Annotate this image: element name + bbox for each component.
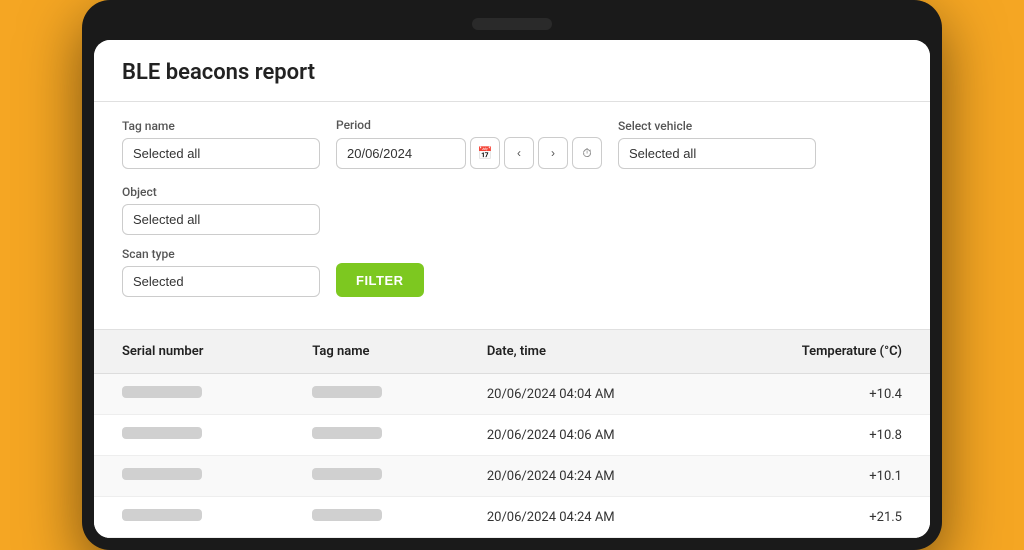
col-temperature: Temperature (°C): [713, 330, 930, 374]
tablet-notch: [472, 18, 552, 30]
filter-row-1: Tag name Period 📅 ‹: [122, 118, 902, 235]
cell-serial: [94, 374, 284, 415]
next-icon: ›: [551, 146, 555, 160]
tablet-frame: BLE beacons report Tag name Period 📅: [82, 0, 942, 550]
cell-temperature: +10.1: [713, 456, 930, 497]
calendar-button[interactable]: 📅: [470, 137, 500, 169]
object-label: Object: [122, 185, 320, 199]
table-row: 20/06/2024 04:06 AM +10.8: [94, 415, 930, 456]
page-title: BLE beacons report: [122, 60, 902, 85]
tag-name-label: Tag name: [122, 119, 320, 133]
col-serial-number: Serial number: [94, 330, 284, 374]
app-header: BLE beacons report: [94, 40, 930, 102]
cell-datetime: 20/06/2024 04:06 AM: [459, 415, 714, 456]
tag-placeholder: [312, 427, 382, 439]
serial-placeholder: [122, 427, 202, 439]
cell-datetime: 20/06/2024 04:04 AM: [459, 374, 714, 415]
filter-button[interactable]: FILTER: [336, 263, 424, 297]
next-button[interactable]: ›: [538, 137, 568, 169]
tag-placeholder: [312, 468, 382, 480]
cell-tag: [284, 374, 459, 415]
col-tag-name: Tag name: [284, 330, 459, 374]
tag-name-input[interactable]: [122, 138, 320, 169]
period-input[interactable]: [336, 138, 466, 169]
scan-type-group: Scan type: [122, 247, 320, 297]
select-vehicle-label: Select vehicle: [618, 119, 816, 133]
table-row: 20/06/2024 04:24 AM +21.5: [94, 497, 930, 538]
tablet-screen: BLE beacons report Tag name Period 📅: [94, 40, 930, 538]
prev-icon: ‹: [517, 146, 521, 160]
prev-button[interactable]: ‹: [504, 137, 534, 169]
cell-temperature: +10.8: [713, 415, 930, 456]
table-body: 20/06/2024 04:04 AM +10.4 20/06/2024 04:…: [94, 374, 930, 538]
cell-serial: [94, 456, 284, 497]
object-input[interactable]: [122, 204, 320, 235]
table-header: Serial number Tag name Date, time Temper…: [94, 330, 930, 374]
cell-temperature: +21.5: [713, 497, 930, 538]
serial-placeholder: [122, 468, 202, 480]
tag-name-group: Tag name: [122, 119, 320, 169]
filter-section: Tag name Period 📅 ‹: [94, 102, 930, 330]
cell-datetime: 20/06/2024 04:24 AM: [459, 456, 714, 497]
serial-placeholder: [122, 386, 202, 398]
table-row: 20/06/2024 04:24 AM +10.1: [94, 456, 930, 497]
serial-placeholder: [122, 509, 202, 521]
clock-button[interactable]: ⏱: [572, 137, 602, 169]
cell-tag: [284, 497, 459, 538]
clock-icon: ⏱: [582, 146, 591, 161]
cell-datetime: 20/06/2024 04:24 AM: [459, 497, 714, 538]
select-vehicle-input[interactable]: [618, 138, 816, 169]
col-date-time: Date, time: [459, 330, 714, 374]
calendar-icon: 📅: [478, 146, 493, 160]
table-header-row: Serial number Tag name Date, time Temper…: [94, 330, 930, 374]
scan-type-label: Scan type: [122, 247, 320, 261]
cell-serial: [94, 415, 284, 456]
cell-tag: [284, 415, 459, 456]
table-row: 20/06/2024 04:04 AM +10.4: [94, 374, 930, 415]
cell-serial: [94, 497, 284, 538]
cell-temperature: +10.4: [713, 374, 930, 415]
tag-placeholder: [312, 386, 382, 398]
data-table: Serial number Tag name Date, time Temper…: [94, 330, 930, 538]
period-label: Period: [336, 118, 602, 132]
period-controls: 📅 ‹ › ⏱: [336, 137, 602, 169]
scan-type-input[interactable]: [122, 266, 320, 297]
period-group: Period 📅 ‹ › ⏱: [336, 118, 602, 169]
cell-tag: [284, 456, 459, 497]
object-group: Object: [122, 185, 320, 235]
table-section: Serial number Tag name Date, time Temper…: [94, 330, 930, 538]
filter-row-2: Scan type FILTER: [122, 247, 902, 297]
select-vehicle-group: Select vehicle: [618, 119, 816, 169]
tag-placeholder: [312, 509, 382, 521]
